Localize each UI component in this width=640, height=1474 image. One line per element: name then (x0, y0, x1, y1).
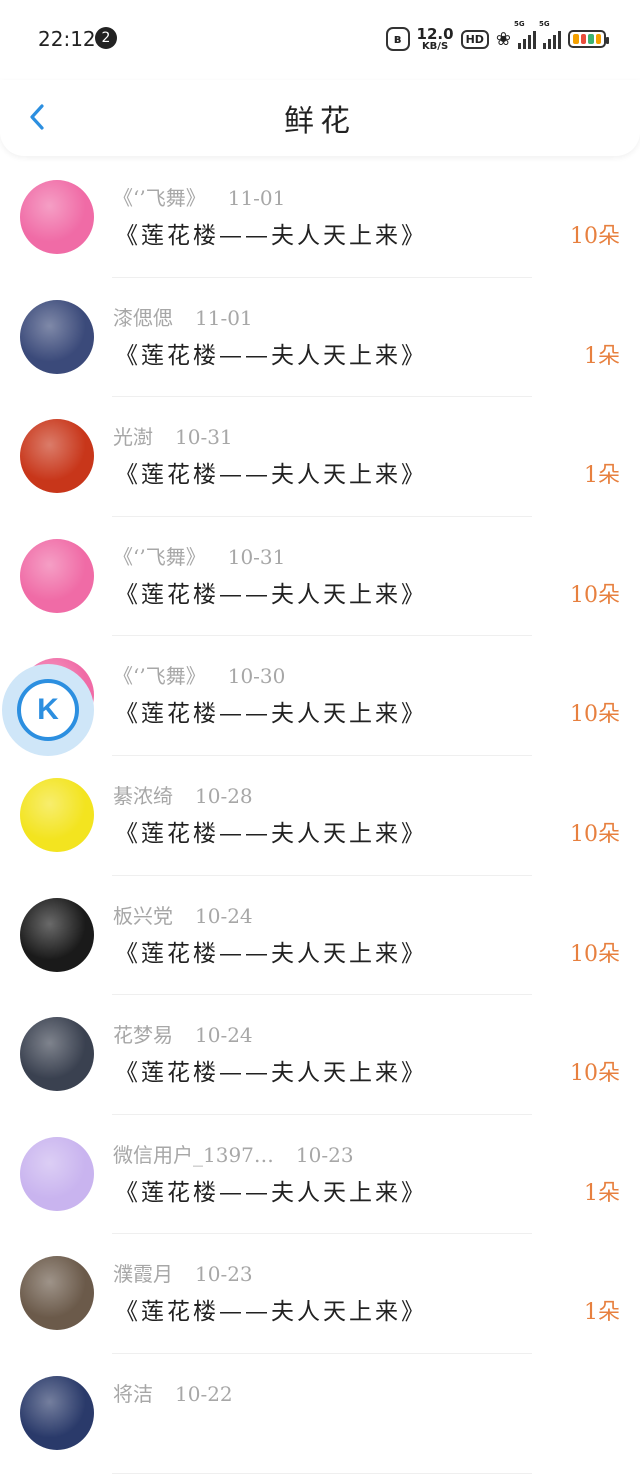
list-item[interactable]: 微信用户_1397… 10-23 《莲花楼——夫人天上来》 1朵 (0, 1115, 640, 1235)
gift-date: 10-23 (295, 1142, 354, 1167)
network-speed: 12.0 KB/S (416, 24, 454, 52)
flower-count: 10朵 (570, 582, 620, 608)
status-time: 22:12 (38, 27, 96, 51)
status-icons: ʙ 12.0 KB/S HD ❀ 5G 5G (385, 20, 609, 56)
battery-icon (568, 30, 609, 48)
flower-count: 1朵 (584, 1180, 620, 1206)
floating-k-button[interactable]: K (2, 664, 94, 756)
user-name[interactable]: 将洁 (113, 1382, 153, 1406)
flower-count: 10朵 (570, 702, 620, 728)
gift-date: 11-01 (227, 186, 286, 210)
user-name[interactable]: 花梦易 (113, 1023, 173, 1047)
flower-count: 10朵 (570, 821, 620, 847)
avatar[interactable] (20, 1136, 94, 1211)
gift-date: 10-28 (195, 783, 253, 808)
k-icon: K (17, 679, 79, 741)
user-name[interactable]: 濮霞月 (113, 1262, 173, 1286)
avatar[interactable] (20, 897, 94, 972)
gift-date: 10-24 (195, 903, 253, 928)
avatar[interactable] (20, 538, 94, 613)
gift-title: 《莲花楼——夫人天上来》 (115, 1179, 427, 1206)
list-item[interactable]: 板兴党 10-24 《莲花楼——夫人天上来》 10朵 (0, 876, 640, 996)
divider (112, 1472, 532, 1474)
gift-title: 《莲花楼——夫人天上来》 (115, 223, 427, 249)
gift-date: 10-22 (175, 1381, 233, 1406)
list-item[interactable]: 光澍 10-31 《莲花楼——夫人天上来》 1朵 (0, 397, 640, 517)
gift-date: 10-31 (227, 544, 286, 569)
avatar[interactable] (20, 1256, 94, 1331)
list-item[interactable]: 濮霞月 10-23 《莲花楼——夫人天上来》 1朵 (0, 1234, 640, 1354)
list-item[interactable]: 花梦易 10-24 《莲花楼——夫人天上来》 10朵 (0, 995, 640, 1115)
gift-title: 《莲花楼——夫人天上来》 (115, 581, 427, 608)
gift-title: 《莲花楼——夫人天上来》 (115, 1299, 427, 1326)
avatar[interactable] (20, 299, 94, 374)
user-name[interactable]: 漆偲偲 (113, 306, 173, 330)
user-name[interactable]: 《‘’飞舞》 (113, 186, 206, 210)
flower-count: 10朵 (570, 1061, 620, 1087)
signal-icon-2: 5G (539, 20, 561, 49)
flower-count: 1朵 (584, 463, 620, 489)
user-name[interactable]: 板兴党 (113, 904, 173, 928)
user-name[interactable]: 綦浓绮 (113, 784, 173, 808)
flower-count: 10朵 (570, 224, 620, 249)
list-item[interactable]: 綦浓绮 10-28 《莲花楼——夫人天上来》 10朵 (0, 756, 640, 876)
gift-date: 10-23 (195, 1262, 253, 1287)
flower-list: 《‘’飞舞》 11-01 《莲花楼——夫人天上来》 10朵 漆偲偲 11-01 《莲花楼——… (0, 158, 640, 1474)
flower-count: 1朵 (584, 343, 620, 369)
lotus-icon: ❀ (495, 28, 511, 50)
list-item[interactable]: 漆偲偲 11-01 《莲花楼——夫人天上来》 1朵 (0, 278, 640, 398)
gift-date: 10-30 (227, 664, 286, 689)
gift-title: 《莲花楼——夫人天上来》 (115, 820, 427, 847)
user-name[interactable]: 《‘’飞舞》 (113, 545, 206, 569)
list-item[interactable]: 《‘’飞舞》 11-01 《莲花楼——夫人天上来》 10朵 (0, 158, 640, 278)
list-item[interactable]: 将洁 10-22 (0, 1354, 640, 1474)
page-title: 鲜花 (284, 104, 356, 139)
user-name[interactable]: 微信用户_1397… (113, 1143, 274, 1167)
list-item[interactable]: 《‘’飞舞》 10-30 《莲花楼——夫人天上来》 10朵 (0, 636, 640, 756)
avatar[interactable] (20, 1017, 94, 1092)
user-name[interactable]: 光澍 (113, 425, 153, 449)
flower-count: 10朵 (570, 941, 620, 967)
gift-date: 10-24 (195, 1023, 253, 1048)
nav-bar: 鲜花 (0, 80, 640, 156)
gift-title: 《莲花楼——夫人天上来》 (115, 342, 427, 369)
notification-badge: 2 (95, 27, 117, 49)
hd-icon: HD (460, 29, 489, 49)
bluetooth-icon: ʙ (385, 27, 410, 51)
gift-date: 10-31 (175, 425, 233, 450)
gift-title: 《莲花楼——夫人天上来》 (115, 940, 427, 967)
status-bar: 22:12 2 ʙ 12.0 KB/S HD ❀ 5G 5G (0, 0, 640, 80)
user-name[interactable]: 《‘’飞舞》 (113, 664, 206, 688)
avatar[interactable] (20, 1375, 94, 1450)
gift-date: 11-01 (195, 305, 253, 330)
signal-icon: 5G (514, 20, 536, 49)
avatar[interactable] (20, 419, 94, 494)
flower-count: 1朵 (584, 1300, 620, 1326)
list-item[interactable]: 《‘’飞舞》 10-31 《莲花楼——夫人天上来》 10朵 (0, 517, 640, 637)
avatar[interactable] (20, 777, 94, 852)
gift-title: 《莲花楼——夫人天上来》 (115, 1060, 427, 1087)
avatar[interactable] (20, 180, 94, 254)
gift-title: 《莲花楼——夫人天上来》 (115, 462, 427, 489)
gift-title: 《莲花楼——夫人天上来》 (115, 701, 427, 728)
